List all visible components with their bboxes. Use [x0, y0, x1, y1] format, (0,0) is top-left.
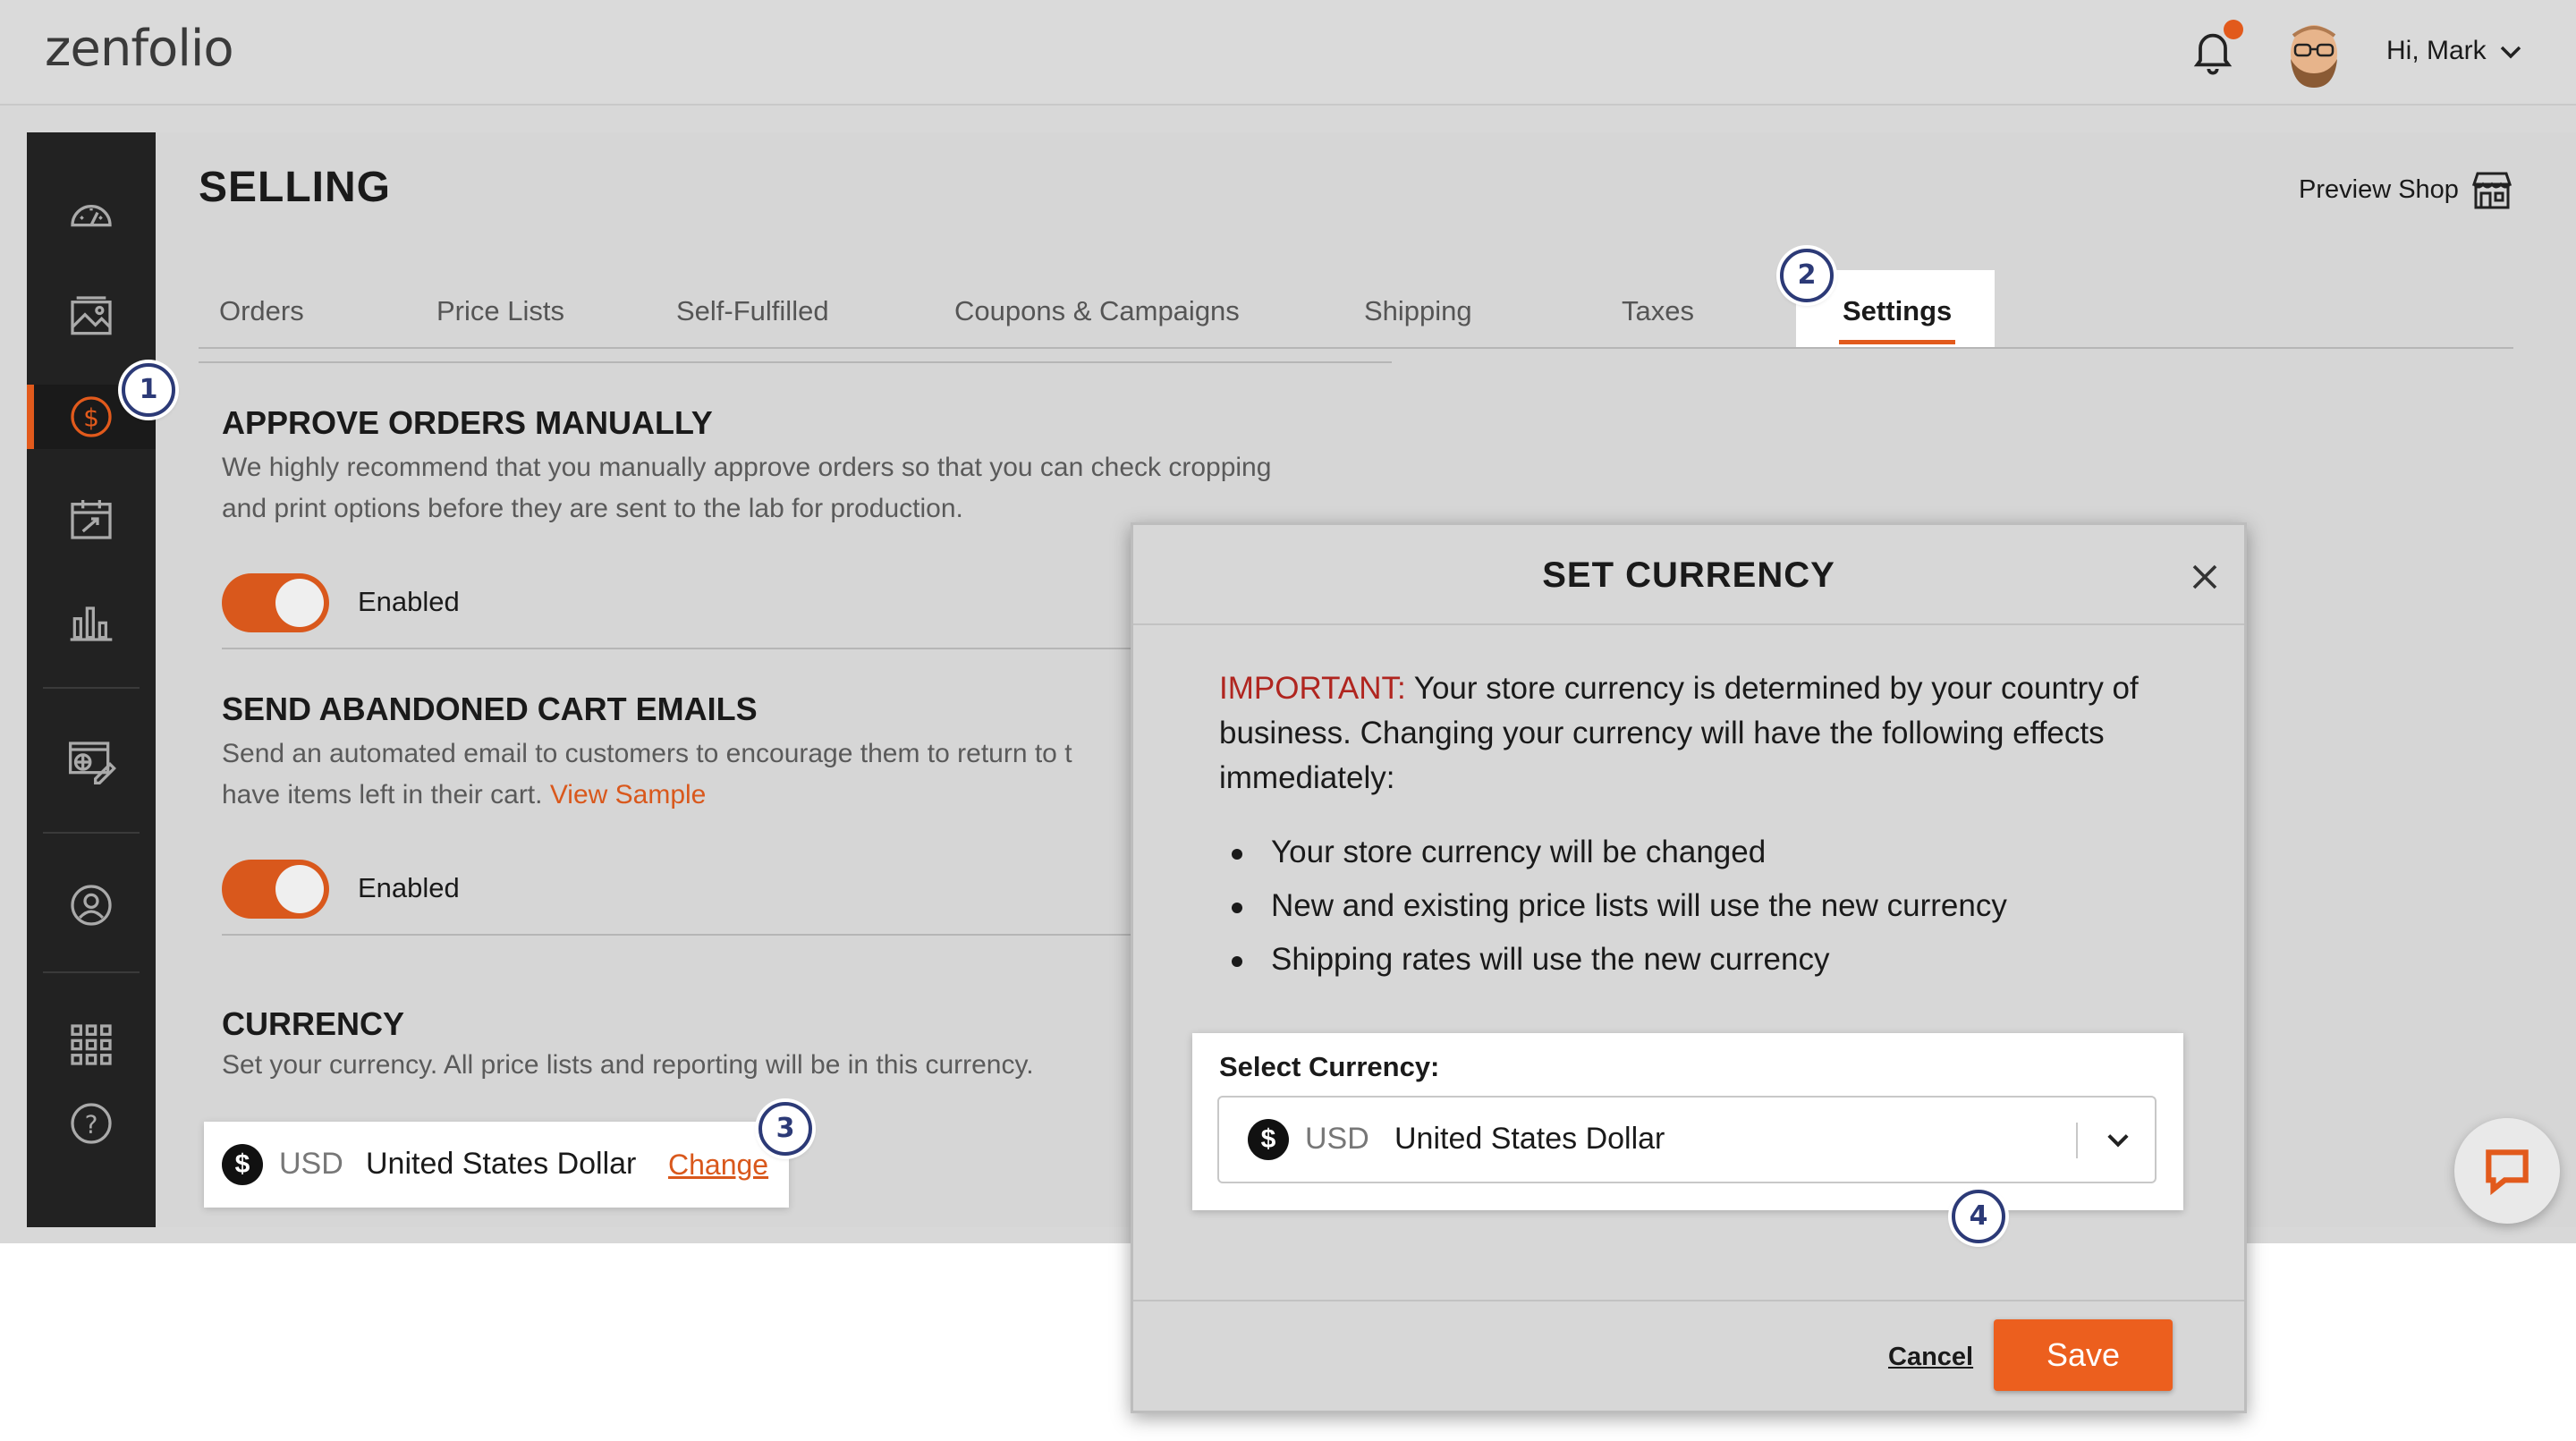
close-icon[interactable] [2189, 561, 2221, 593]
save-button[interactable]: Save [1994, 1319, 2173, 1391]
zenfolio-logo[interactable]: zenfolio [45, 20, 234, 78]
tab-self-fulfilled[interactable]: Self-Fulfilled [676, 295, 829, 327]
currency-code: USD [279, 1147, 343, 1181]
selected-currency-code: USD [1305, 1122, 1369, 1156]
list-item: Shipping rates will use the new currency [1232, 933, 2007, 987]
sidebar: $ ? [27, 132, 156, 1227]
notification-dot [2224, 20, 2243, 39]
tab-shipping[interactable]: Shipping [1364, 295, 1472, 327]
help-question-icon[interactable]: ? [66, 1098, 116, 1149]
dollar-icon: $ [222, 1144, 263, 1185]
tabs-scroll-track [199, 361, 1392, 363]
top-bar: zenfolio Hi, Mark [0, 0, 2576, 106]
section-divider [222, 934, 1134, 936]
approve-orders-desc-line: We highly recommend that you manually ap… [222, 453, 1272, 482]
calendar-booking-icon[interactable] [66, 494, 116, 544]
step-marker-3: 3 [758, 1102, 812, 1156]
current-currency-display: $ USD United States Dollar Change [204, 1122, 789, 1208]
tab-settings[interactable]: Settings [1843, 295, 1952, 327]
user-greeting[interactable]: Hi, Mark [2386, 36, 2487, 66]
set-currency-modal: SET CURRENCY IMPORTANT: Your store curre… [1131, 522, 2247, 1413]
effects-list: Your store currency will be changed New … [1232, 826, 2007, 987]
selected-currency-name: United States Dollar [1394, 1122, 1665, 1156]
avatar[interactable] [2283, 18, 2345, 89]
toggle-knob [275, 579, 324, 627]
website-design-icon[interactable] [66, 737, 116, 787]
selling-dollar-icon[interactable]: $ [66, 392, 116, 442]
list-item: Your store currency will be changed [1232, 826, 2007, 879]
svg-text:?: ? [85, 1110, 98, 1140]
select-separator [2076, 1123, 2078, 1158]
approve-orders-desc: We highly recommend that you manually ap… [222, 447, 1367, 530]
list-item: New and existing price lists will use th… [1232, 879, 2007, 933]
sidebar-divider [43, 687, 140, 689]
storefront-icon[interactable] [2469, 168, 2515, 211]
approve-orders-toggle[interactable] [222, 573, 329, 632]
currency-name: United States Dollar [366, 1147, 637, 1181]
approve-orders-toggle-label: Enabled [358, 586, 460, 617]
page-title: SELLING [199, 164, 392, 211]
chevron-down-icon[interactable] [2103, 1126, 2133, 1153]
select-currency-label: Select Currency: [1219, 1051, 1440, 1082]
gallery-image-icon[interactable] [66, 292, 116, 342]
important-label: IMPORTANT: [1219, 671, 1406, 706]
abandoned-cart-toggle[interactable] [222, 860, 329, 919]
select-currency-card: Select Currency: $ USD United States Dol… [1192, 1033, 2183, 1210]
tab-coupons-campaigns[interactable]: Coupons & Campaigns [954, 295, 1240, 327]
approve-orders-title: APPROVE ORDERS MANUALLY [222, 404, 713, 441]
abandoned-cart-title: SEND ABANDONED CART EMAILS [222, 691, 758, 727]
currency-title: CURRENCY [222, 1005, 405, 1042]
tab-orders[interactable]: Orders [219, 295, 304, 327]
apps-grid-icon[interactable] [66, 1020, 116, 1070]
cancel-button[interactable]: Cancel [1888, 1343, 1973, 1372]
sidebar-divider [43, 832, 140, 834]
svg-text:$: $ [83, 403, 99, 433]
tabs-divider [199, 347, 2513, 349]
chat-button[interactable] [2454, 1118, 2560, 1224]
modal-title: SET CURRENCY [1542, 555, 1835, 595]
contacts-user-icon[interactable] [66, 880, 116, 930]
view-sample-link[interactable]: View Sample [550, 780, 707, 810]
modal-header: SET CURRENCY [1133, 525, 2244, 625]
change-currency-link[interactable]: Change [668, 1149, 768, 1182]
dollar-icon: $ [1248, 1119, 1289, 1160]
currency-select[interactable]: $ USD United States Dollar [1217, 1096, 2157, 1183]
step-marker-2: 2 [1780, 249, 1834, 302]
analytics-bar-chart-icon[interactable] [66, 596, 116, 646]
abandoned-cart-toggle-label: Enabled [358, 872, 460, 903]
step-marker-1: 1 [122, 363, 175, 417]
abandoned-cart-desc-text: have items left in their cart. [222, 780, 543, 810]
section-divider [222, 648, 1134, 649]
chevron-down-icon[interactable] [2497, 41, 2524, 63]
dashboard-gauge-icon[interactable] [66, 190, 116, 240]
active-tab-underline [1839, 340, 1955, 344]
currency-warning: IMPORTANT: Your store currency is determ… [1219, 666, 2185, 801]
toggle-knob [275, 865, 324, 913]
sidebar-active-indicator [27, 385, 34, 449]
preview-shop-link[interactable]: Preview Shop [2299, 175, 2459, 205]
tab-price-lists[interactable]: Price Lists [436, 295, 564, 327]
chat-bubble-icon [2486, 1149, 2529, 1196]
sidebar-divider [43, 971, 140, 973]
modal-footer-divider [1133, 1300, 2244, 1301]
tab-taxes[interactable]: Taxes [1622, 295, 1694, 327]
step-marker-4: 4 [1952, 1190, 2005, 1243]
